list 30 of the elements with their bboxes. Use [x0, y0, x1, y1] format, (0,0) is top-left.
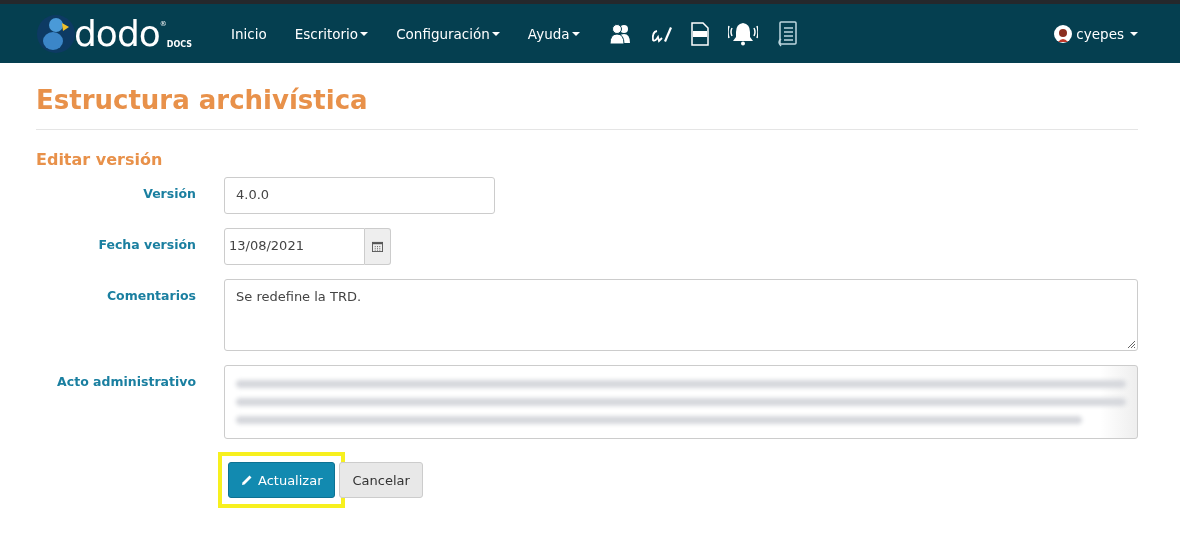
comments-textarea[interactable]: Se redefine la TRD. [224, 279, 1138, 351]
caret-icon [491, 31, 500, 36]
caret-icon [360, 31, 369, 36]
nav-menu-link[interactable]: Escritorio [280, 25, 383, 42]
version-field[interactable]: 4.0.0 [224, 177, 495, 214]
field-label: Versión [142, 185, 196, 201]
caret-icon [571, 31, 580, 36]
pencil-icon [241, 474, 253, 486]
nav-menu-link[interactable]: Inicio [217, 25, 281, 42]
user-menu[interactable]: cyepes [1054, 24, 1144, 43]
avatar-icon [1054, 24, 1073, 43]
field-label: Comentarios [105, 287, 196, 303]
page-title: Estructura archivística [36, 84, 369, 117]
blurred-text-field[interactable] [224, 365, 1138, 439]
nav-menu-link[interactable]: Configuración [382, 25, 514, 42]
date-field[interactable]: 13/08/2021 [224, 228, 365, 265]
resize-grip-icon [1127, 340, 1135, 348]
cancel-button[interactable]: Cancelar [339, 462, 423, 498]
dodo-bird-icon [36, 13, 76, 54]
update-button[interactable]: Actualizar [228, 462, 336, 498]
nav-menu-link[interactable]: Ayuda [513, 25, 594, 42]
section-title: Editar versión [36, 149, 164, 171]
calendar-icon [372, 241, 383, 252]
caret-icon [1130, 31, 1138, 36]
field-label: Fecha versión [97, 236, 196, 252]
calendar-button[interactable] [365, 228, 391, 265]
ringing-bell-icon[interactable] [727, 20, 758, 47]
field-label: Acto administrativo [56, 373, 196, 389]
document-list-icon[interactable] [775, 20, 798, 47]
users-icon[interactable] [607, 22, 632, 45]
